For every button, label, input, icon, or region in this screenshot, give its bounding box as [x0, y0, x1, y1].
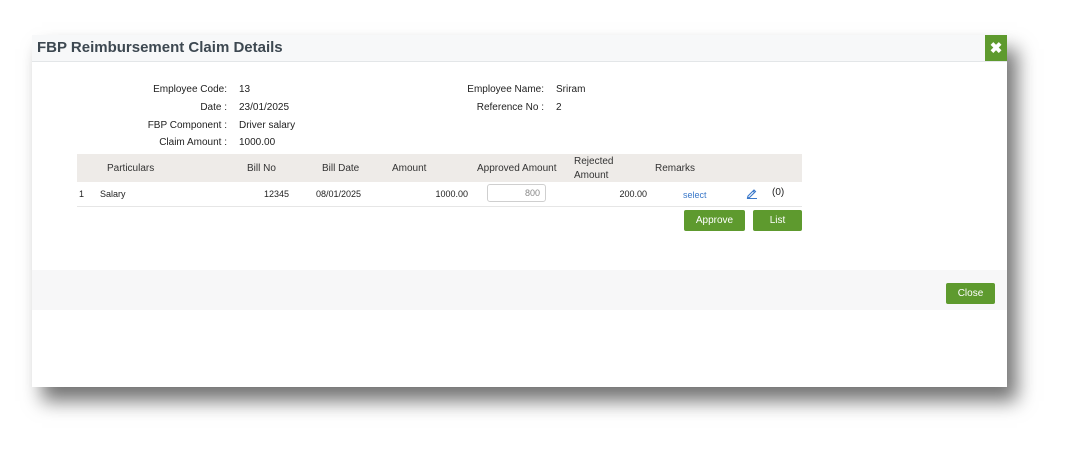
fbp-component-label: FBP Component : [147, 120, 227, 131]
row-amount: 1000.00 [435, 189, 468, 199]
dialog-footer: Close [32, 270, 1007, 310]
approved-amount-input[interactable] [487, 184, 546, 202]
close-button[interactable]: Close [946, 283, 995, 304]
header-rejected-amount-line1: Rejected [574, 156, 614, 167]
reference-no-value: 2 [556, 102, 562, 113]
attachment-count: (0) [772, 187, 785, 198]
row-bill-no: 12345 [263, 189, 289, 199]
header-approved-amount: Approved Amount [477, 163, 557, 174]
employee-name-label: Employee Name: [467, 84, 544, 95]
fbp-component-value: Driver salary [239, 120, 296, 131]
header-bill-date: Bill Date [322, 163, 360, 174]
reference-no-label: Reference No : [476, 102, 544, 113]
employee-code-label: Employee Code: [153, 84, 227, 95]
row-bill-date: 08/01/2025 [316, 189, 362, 199]
pencil-icon[interactable] [746, 187, 758, 199]
dialog-title: FBP Reimbursement Claim Details [37, 39, 283, 56]
row-index: 1 [79, 189, 85, 199]
approve-button[interactable]: Approve [684, 210, 745, 231]
close-icon[interactable]: ✖ [985, 35, 1007, 61]
table-header: Particulars Bill No Bill Date Amount App… [77, 154, 802, 182]
list-button[interactable]: List [753, 210, 802, 231]
header-amount: Amount [392, 163, 427, 174]
header-bill-no: Bill No [247, 163, 276, 174]
claim-amount-value: 1000.00 [239, 137, 276, 148]
date-value: 23/01/2025 [239, 102, 290, 113]
row-rejected-amount: 200.00 [619, 189, 647, 199]
remarks-select-link[interactable]: select [683, 190, 707, 200]
header-rejected-amount-line2: Amount [574, 170, 609, 181]
employee-name-value: Sriram [556, 84, 586, 95]
header-remarks: Remarks [655, 163, 696, 174]
claim-items-table: Particulars Bill No Bill Date Amount App… [77, 154, 802, 207]
dialog-titlebar: FBP Reimbursement Claim Details ✖ [32, 35, 1007, 62]
claim-amount-label: Claim Amount : [159, 137, 227, 148]
claim-details-dialog: FBP Reimbursement Claim Details ✖ Employ… [32, 35, 1007, 387]
header-particulars: Particulars [107, 163, 155, 174]
date-label: Date : [200, 102, 227, 113]
table-row: 1 Salary 12345 08/01/2025 1000.00 200.00… [77, 182, 802, 207]
employee-code-value: 13 [239, 84, 251, 95]
row-particulars: Salary [100, 189, 126, 199]
